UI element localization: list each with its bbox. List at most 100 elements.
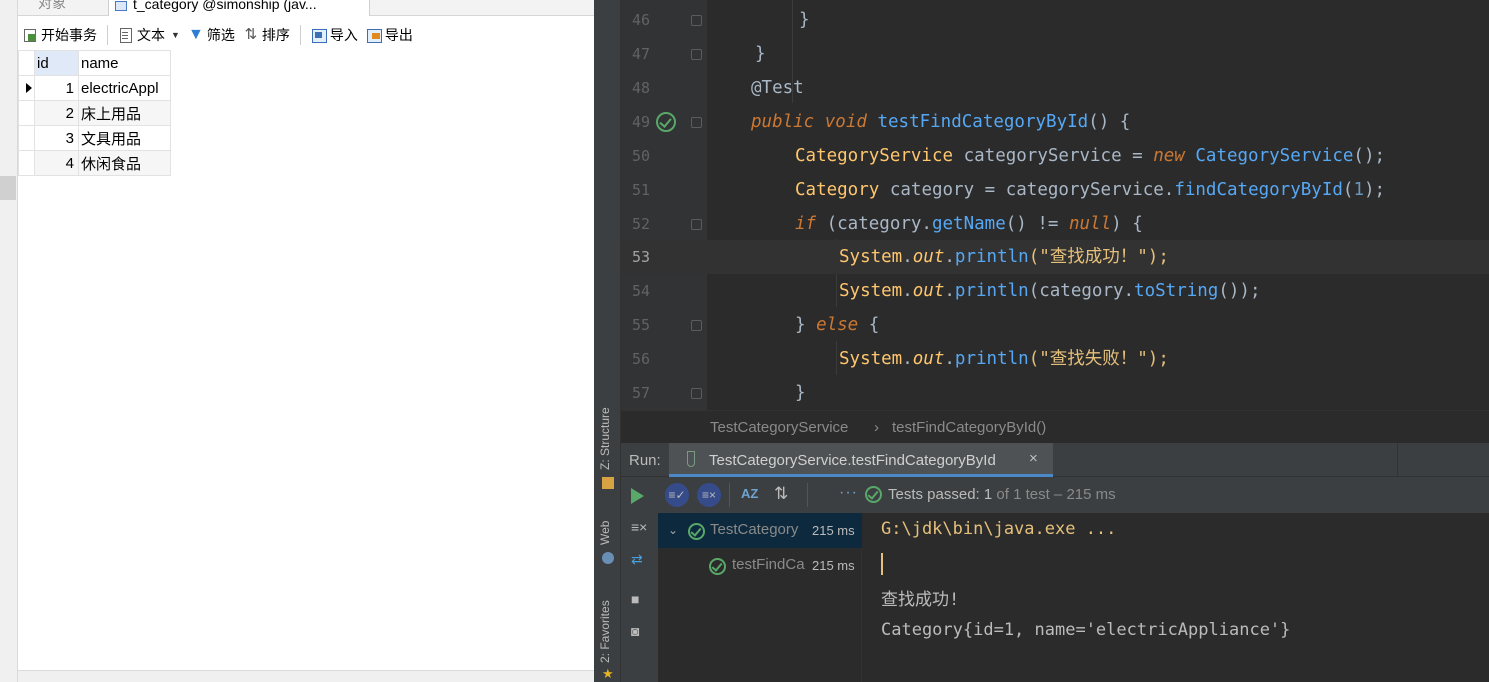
web-tool-button[interactable]: Web bbox=[598, 521, 612, 545]
status-prefix: Tests passed: bbox=[888, 486, 984, 503]
star-icon: ★ bbox=[602, 666, 614, 681]
row-indicator bbox=[18, 150, 35, 176]
code-fragment: ()); bbox=[1218, 281, 1261, 301]
code-line: 49 public void testFindCategoryById() { bbox=[621, 105, 1489, 139]
code-text: CategoryService categoryService = new Ca… bbox=[795, 139, 1385, 173]
row-indicator bbox=[18, 125, 35, 151]
line-number: 56 bbox=[631, 350, 651, 368]
test-passed-gutter-icon[interactable] bbox=[656, 112, 676, 132]
structure-tool-button[interactable]: Z: Structure bbox=[598, 407, 612, 470]
static-field: out bbox=[912, 349, 945, 369]
breadcrumb-class[interactable]: TestCategoryService bbox=[710, 419, 848, 436]
begin-transaction-button[interactable]: 开始事务 bbox=[18, 21, 101, 49]
test-tree-item[interactable]: ⌄ TestCategory 215 ms bbox=[658, 513, 862, 548]
cell-id[interactable]: 1 bbox=[34, 75, 79, 101]
code-line: 46 } bbox=[621, 3, 1489, 37]
fold-icon[interactable] bbox=[691, 117, 702, 128]
toolbar-divider bbox=[107, 25, 108, 45]
fold-icon[interactable] bbox=[691, 15, 702, 26]
swap-icon[interactable]: ⇄ bbox=[631, 551, 643, 568]
code-editor[interactable]: 46 } 47 } 48 @Test 49 public void testFi… bbox=[621, 0, 1489, 410]
tab-t-category-label: t_category @simonship (jav... bbox=[133, 0, 317, 12]
stop-icon[interactable]: ■ bbox=[631, 591, 639, 607]
code-text: System.out.println("查找失败！"); bbox=[839, 349, 1169, 369]
keyword: public bbox=[751, 112, 815, 132]
fold-icon[interactable] bbox=[691, 388, 702, 399]
close-icon[interactable]: × bbox=[1029, 450, 1038, 467]
export-button[interactable]: 导出 bbox=[362, 21, 417, 49]
console-line: 查找成功! bbox=[881, 590, 960, 610]
code-fragment: categoryService = bbox=[953, 146, 1154, 166]
text-view-button[interactable]: 文本 ▼ bbox=[114, 21, 184, 49]
line-number: 54 bbox=[631, 282, 651, 300]
chevron-down-icon[interactable]: ⌄ bbox=[668, 523, 678, 537]
sort-by-duration-icon[interactable]: ⇅ bbox=[774, 484, 788, 504]
code-line: 50 CategoryService categoryService = new… bbox=[621, 139, 1489, 173]
sort-alphabetically-icon[interactable]: AZ bbox=[741, 486, 758, 501]
table-row[interactable]: 3 文具用品 bbox=[18, 125, 171, 151]
code-fragment: category = categoryService. bbox=[879, 180, 1175, 200]
status-count: 1 bbox=[983, 486, 993, 503]
navicat-tabbar: 对象 t_category @simonship (jav... bbox=[18, 0, 594, 16]
globe-icon bbox=[602, 552, 614, 564]
filter-button[interactable]: ▼ 筛选 bbox=[184, 21, 239, 49]
type-name: System bbox=[839, 281, 903, 301]
breadcrumb-method[interactable]: testFindCategoryById() bbox=[892, 419, 1046, 436]
code-fragment: (category. bbox=[816, 214, 932, 234]
row-indicator-header bbox=[18, 50, 35, 76]
import-button[interactable]: 导入 bbox=[307, 21, 362, 49]
fold-icon[interactable] bbox=[691, 320, 702, 331]
cell-id[interactable]: 2 bbox=[34, 100, 79, 126]
cell-name[interactable]: electricAppl bbox=[78, 75, 171, 101]
column-header-name[interactable]: name bbox=[78, 50, 171, 76]
column-header-id[interactable]: id bbox=[34, 50, 79, 76]
code-line: 57 } bbox=[621, 376, 1489, 410]
method-call: println bbox=[954, 281, 1029, 301]
begin-transaction-label: 开始事务 bbox=[41, 27, 97, 43]
fold-icon[interactable] bbox=[691, 49, 702, 60]
table-row[interactable]: 4 休闲食品 bbox=[18, 150, 171, 176]
cell-name[interactable]: 休闲食品 bbox=[78, 150, 171, 176]
sort-button[interactable]: ⇅ 排序 bbox=[239, 21, 294, 49]
tab-t-category[interactable]: t_category @simonship (jav... bbox=[108, 0, 370, 16]
code-line: 48 @Test bbox=[621, 71, 1489, 105]
code-line: 51 Category category = categoryService.f… bbox=[621, 173, 1489, 207]
collapse-passed-icon[interactable]: ≡× bbox=[631, 519, 647, 535]
keyword: null bbox=[1068, 214, 1112, 234]
grid-header-row: id name bbox=[18, 50, 171, 76]
table-row[interactable]: 2 床上用品 bbox=[18, 100, 171, 126]
favorites-tool-button[interactable]: 2: Favorites bbox=[598, 600, 612, 663]
line-number: 55 bbox=[631, 316, 651, 334]
table-row[interactable]: 1 electricAppl bbox=[18, 75, 171, 101]
test-tree-item[interactable]: testFindCa 215 ms bbox=[658, 548, 862, 583]
method-name: testFindCategoryById bbox=[877, 112, 1089, 132]
line-number: 50 bbox=[631, 147, 651, 165]
more-icon[interactable]: ··· bbox=[839, 484, 858, 502]
rerun-icon[interactable] bbox=[631, 488, 644, 504]
run-tool-header: Run: TestCategoryService.testFindCategor… bbox=[621, 443, 1489, 477]
toolbar-divider bbox=[729, 483, 730, 507]
run-tab[interactable]: TestCategoryService.testFindCategoryById… bbox=[669, 443, 1053, 477]
cell-id[interactable]: 3 bbox=[34, 125, 79, 151]
keyword: if bbox=[795, 214, 817, 234]
cell-name[interactable]: 床上用品 bbox=[78, 100, 171, 126]
method-call: getName bbox=[931, 214, 1006, 234]
cell-name[interactable]: 文具用品 bbox=[78, 125, 171, 151]
test-duration: 215 ms bbox=[812, 558, 855, 573]
fold-icon[interactable] bbox=[691, 219, 702, 230]
chevron-down-icon[interactable]: ▼ bbox=[171, 30, 180, 40]
transaction-icon bbox=[22, 27, 38, 43]
code-line: 47 } bbox=[621, 37, 1489, 71]
line-number: 51 bbox=[631, 181, 651, 199]
tab-objects[interactable]: 对象 bbox=[28, 0, 108, 16]
tests-passed-icon bbox=[865, 486, 882, 503]
code-fragment: () != bbox=[1005, 214, 1069, 234]
camera-icon[interactable]: ◙ bbox=[631, 623, 639, 639]
show-passed-icon[interactable]: ≡✓ bbox=[665, 483, 689, 507]
cell-id[interactable]: 4 bbox=[34, 150, 79, 176]
show-ignored-icon[interactable]: ≡× bbox=[697, 483, 721, 507]
toolbar-divider bbox=[299, 25, 301, 45]
test-tube-icon bbox=[687, 451, 695, 467]
code-text: System.out.println("查找成功！"); bbox=[839, 247, 1169, 267]
console-output[interactable]: G:\jdk\bin\java.exe ... 查找成功! Category{i… bbox=[863, 513, 1489, 682]
